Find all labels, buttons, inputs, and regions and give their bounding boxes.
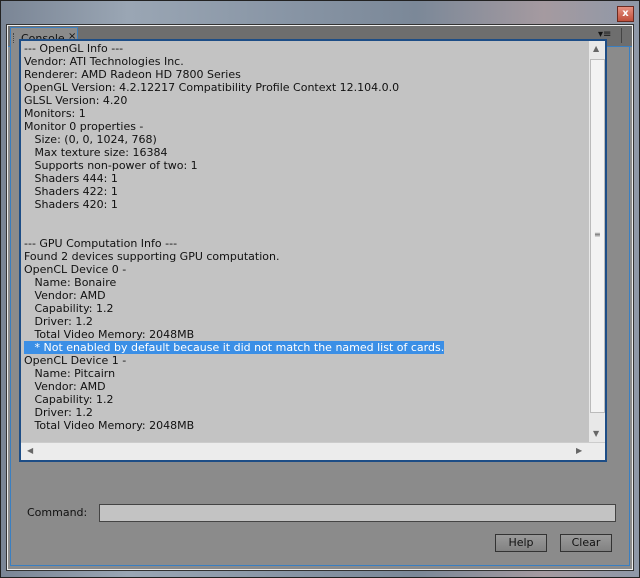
console-line-text: Renderer: AMD Radeon HD 7800 Series (24, 68, 241, 81)
console-line-text: Vendor: ATI Technologies Inc. (24, 55, 184, 68)
console-line-text: OpenGL Version: 4.2.12217 Compatibility … (24, 81, 400, 94)
command-label: Command: (27, 506, 88, 519)
console-line: Max texture size: 16384 (24, 146, 444, 159)
scroll-right-icon[interactable]: ▶ (576, 446, 582, 455)
console-line: Monitor 0 properties - (24, 120, 444, 133)
console-line: Supports non-power of two: 1 (24, 159, 444, 172)
console-line-text: Total Video Memory: 2048MB (24, 328, 195, 341)
console-lines: --- OpenGL Info --- Vendor: ATI Technolog… (24, 42, 445, 432)
console-line: Name: Pitcairn (24, 367, 444, 380)
console-line-text: Capability: 1.2 (24, 393, 114, 406)
console-line-text: Shaders 444: 1 (24, 172, 118, 185)
console-line: Shaders 422: 1 (24, 185, 444, 198)
scroll-up-icon[interactable]: ▲ (593, 44, 599, 53)
console-line: Capability: 1.2 (24, 302, 444, 315)
help-button[interactable]: Help (495, 534, 547, 552)
console-line: Name: Bonaire (24, 276, 444, 289)
console-line: Driver: 1.2 (24, 406, 444, 419)
console-line-text: Shaders 422: 1 (24, 185, 118, 198)
console-line: --- GPU Computation Info --- (24, 237, 444, 250)
console-line-text: --- GPU Computation Info --- (24, 237, 178, 250)
console-line-text: Found 2 devices supporting GPU computati… (24, 250, 280, 263)
console-line: Vendor: ATI Technologies Inc. (24, 55, 444, 68)
console-line: * Not enabled by default because it did … (24, 341, 445, 354)
grip-icon (13, 33, 16, 43)
console-line-text: GLSL Version: 4.20 (24, 94, 128, 107)
console-line-text: Max texture size: 16384 (24, 146, 168, 159)
scroll-thumb[interactable]: ≡ (590, 59, 605, 413)
console-line-text: OpenCL Device 1 - (24, 354, 127, 367)
console-line: OpenCL Device 0 - (24, 263, 444, 276)
console-line-text: Monitors: 1 (24, 107, 86, 120)
close-button[interactable]: x (617, 6, 634, 22)
console-line-text: --- OpenGL Info --- (24, 42, 124, 55)
console-line: Renderer: AMD Radeon HD 7800 Series (24, 68, 444, 81)
horizontal-scrollbar[interactable]: ◀ ▶ (21, 442, 605, 460)
console-line: Found 2 devices supporting GPU computati… (24, 250, 444, 263)
console-line-text: * Not enabled by default because it did … (24, 341, 445, 354)
console-line-text: Size: (0, 0, 1024, 768) (24, 133, 157, 146)
scroll-left-icon[interactable]: ◀ (27, 446, 33, 455)
console-line: Monitors: 1 (24, 107, 444, 120)
console-line-text: Vendor: AMD (24, 380, 106, 393)
console-line-text: Monitor 0 properties - (24, 120, 144, 133)
console-line-text: Vendor: AMD (24, 289, 106, 302)
scroll-down-icon[interactable]: ▼ (593, 429, 599, 438)
console-line-text: OpenCL Device 0 - (24, 263, 127, 276)
console-line: Vendor: AMD (24, 380, 444, 393)
console-line: Total Video Memory: 2048MB (24, 328, 444, 341)
console-line-text: Supports non-power of two: 1 (24, 159, 198, 172)
console-line: Capability: 1.2 (24, 393, 444, 406)
console-line-text: Name: Bonaire (24, 276, 117, 289)
console-line: OpenCL Device 1 - (24, 354, 444, 367)
clear-button[interactable]: Clear (560, 534, 612, 552)
command-input[interactable] (99, 504, 616, 522)
console-line: Size: (0, 0, 1024, 768) (24, 133, 444, 146)
console-line: --- OpenGL Info --- (24, 42, 444, 55)
panel-grip-icon[interactable] (621, 28, 628, 43)
console-line-text: Capability: 1.2 (24, 302, 114, 315)
console-line: Driver: 1.2 (24, 315, 444, 328)
console-output[interactable]: --- OpenGL Info --- Vendor: ATI Technolog… (19, 39, 607, 462)
console-line: Vendor: AMD (24, 289, 444, 302)
console-line-text: Driver: 1.2 (24, 406, 93, 419)
console-line: GLSL Version: 4.20 (24, 94, 444, 107)
console-line-text: Total Video Memory: 2048MB (24, 419, 195, 432)
console-line: Total Video Memory: 2048MB (24, 419, 444, 432)
console-line-text: Shaders 420: 1 (24, 198, 118, 211)
console-line: Shaders 420: 1 (24, 198, 444, 211)
console-line-text: Driver: 1.2 (24, 315, 93, 328)
console-line: OpenGL Version: 4.2.12217 Compatibility … (24, 81, 444, 94)
console-line-text: Name: Pitcairn (24, 367, 116, 380)
vertical-scrollbar[interactable]: ▲ ≡ ▼ (589, 41, 605, 442)
console-line: Shaders 444: 1 (24, 172, 444, 185)
